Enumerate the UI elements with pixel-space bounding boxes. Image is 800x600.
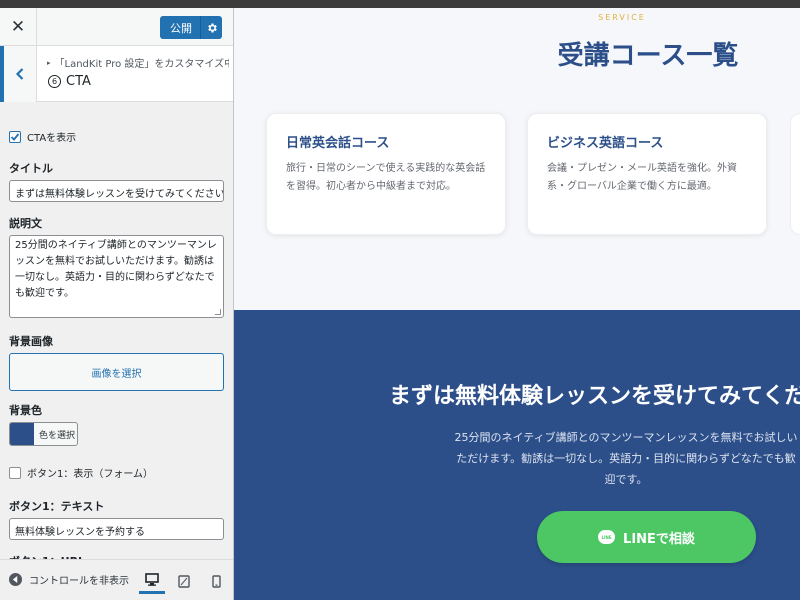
select-image-button[interactable]: 画像を選択 <box>9 353 224 391</box>
cta-section: まずは無料体験レッスンを受けてみてください 25分間のネイティブ講師とのマンツー… <box>234 310 800 600</box>
description-textarea[interactable]: 25分間のネイティブ講師とのマンツーマンレッスンを無料でお試しいただけます。勧誘… <box>9 235 224 318</box>
back-button[interactable] <box>0 46 37 102</box>
button1-text-label: ボタン1：テキスト <box>9 500 105 513</box>
button1-display-label: ボタン1：表示（フォーム） <box>27 469 154 480</box>
customizer-sidebar: ✕ 公開 ▸ 「LandKit Pro 設定」をカスタマイズ中 6 CTA CT… <box>0 8 234 600</box>
cta-title: まずは無料体験レッスンを受けてみてください <box>389 384 800 409</box>
course-card-description: 会議・プレゼン・メール英語を強化。外資系・グローバル企業で働く方に最適。 <box>547 163 737 192</box>
bg-image-label: 背景画像 <box>9 335 53 348</box>
course-card-title: 日常英会話コース <box>286 136 390 151</box>
button1-display-checkbox[interactable] <box>9 466 21 479</box>
customizer-header: ✕ 公開 <box>0 8 233 46</box>
preview-desktop-button[interactable] <box>139 568 165 594</box>
line-button-label: LINEで相談 <box>623 531 695 547</box>
course-card-title: ビジネス英語コース <box>547 136 664 151</box>
service-eyebrow: SERVICE <box>598 13 646 22</box>
breadcrumb: ▸ 「LandKit Pro 設定」をカスタマイズ中 <box>47 55 229 71</box>
hide-controls-button[interactable]: コントロールを非表示 <box>9 572 129 587</box>
tablet-icon <box>178 574 190 588</box>
bg-color-label: 背景色 <box>9 404 42 417</box>
preview-mobile-button[interactable] <box>203 568 229 594</box>
desktop-icon <box>145 573 159 586</box>
course-card-description: 旅行・日常のシーンで使える実践的な英会話を習得。初心者から中級者まで対応。 <box>286 163 486 192</box>
section-header: ▸ 「LandKit Pro 設定」をカスタマイズ中 6 CTA <box>0 46 233 102</box>
publish-label: 公開 <box>170 21 192 35</box>
section-controls: CTAを表示 タイトル まずは無料体験レッスンを受けてみてください 説明文 25… <box>0 102 233 568</box>
cta-description: 25分間のネイティブ講師とのマンツーマンレッスンを無料でお試しいただけます。勧誘… <box>454 431 798 486</box>
show-cta-checkbox[interactable] <box>9 130 21 143</box>
button1-text-input[interactable]: 無料体験レッスンを予約する <box>9 518 224 540</box>
close-customizer-button[interactable]: ✕ <box>0 8 37 46</box>
line-icon: LINE <box>598 530 616 544</box>
title-input[interactable]: まずは無料体験レッスンを受けてみてください <box>9 180 224 202</box>
preview-tablet-button[interactable] <box>171 568 197 594</box>
collapse-arrow-icon <box>9 573 22 586</box>
line-consult-button[interactable]: LINE LINEで相談 <box>537 511 756 563</box>
customizer-footer: コントロールを非表示 <box>0 559 233 600</box>
resize-handle-icon[interactable] <box>215 309 221 315</box>
breadcrumb-text: 「LandKit Pro 設定」をカスタマイズ中 <box>54 59 229 70</box>
publish-settings-gear-icon[interactable] <box>200 16 222 39</box>
section-title-text: CTA <box>66 74 91 89</box>
checkmark-icon <box>10 132 20 141</box>
section-title: 6 CTA <box>48 74 91 89</box>
course-card: 日常英会話コース 旅行・日常のシーンで使える実践的な英会話を習得。初心者から中級… <box>266 113 506 235</box>
caret-right-icon: ▸ <box>47 58 51 67</box>
chevron-left-icon <box>15 68 24 80</box>
mobile-icon <box>211 574 221 588</box>
button1-display-control[interactable]: ボタン1：表示（フォーム） <box>9 465 153 480</box>
service-section-title: 受講コース一覧 <box>557 41 739 71</box>
course-card-partial <box>790 113 800 235</box>
course-card: ビジネス英語コース 会議・プレゼン・メール英語を強化。外資系・グローバル企業で働… <box>527 113 767 235</box>
description-text: 25分間のネイティブ講師とのマンツーマンレッスンを無料でお試しいただけます。勧誘… <box>15 240 217 299</box>
section-number-badge: 6 <box>48 75 61 88</box>
publish-button[interactable]: 公開 <box>160 16 222 39</box>
show-cta-control[interactable]: CTAを表示 <box>9 129 76 144</box>
title-label: タイトル <box>9 162 53 175</box>
site-preview: SERVICE 受講コース一覧 日常英会話コース 旅行・日常のシーンで使える実践… <box>234 8 800 600</box>
browser-top-bar <box>0 0 800 8</box>
select-color-button[interactable]: 色を選択 <box>9 422 78 446</box>
description-label: 説明文 <box>9 217 42 230</box>
select-color-label: 色を選択 <box>39 430 76 441</box>
color-swatch <box>10 423 34 445</box>
hide-controls-label: コントロールを非表示 <box>29 576 129 587</box>
service-section: SERVICE 受講コース一覧 日常英会話コース 旅行・日常のシーンで使える実践… <box>234 8 800 310</box>
show-cta-label: CTAを表示 <box>27 133 77 144</box>
